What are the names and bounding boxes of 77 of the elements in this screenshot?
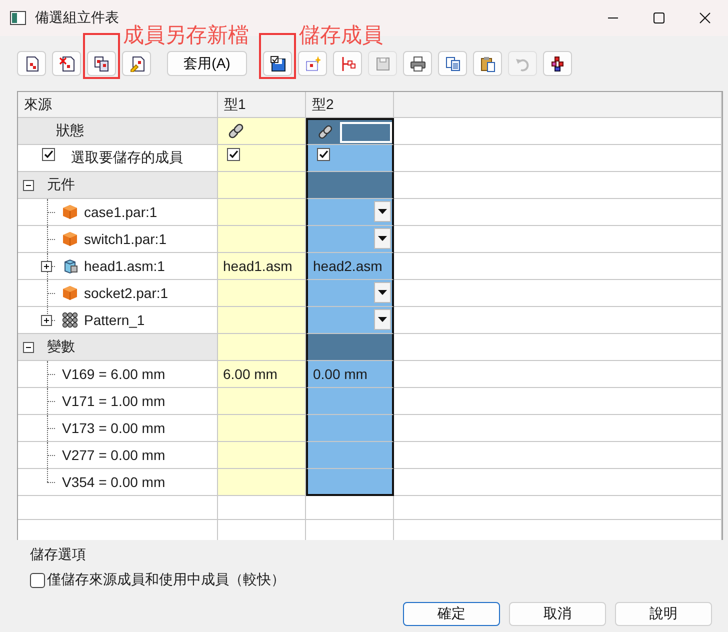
row-label: 選取要儲存的成員 — [71, 149, 183, 167]
tree-item[interactable]: V171 = 1.00 mm — [62, 393, 166, 409]
option-label: 僅儲存來源成員和使用中成員（較快） — [47, 571, 285, 589]
toolbar-button[interactable] — [52, 51, 81, 76]
caret-icon — [378, 236, 387, 241]
copy-icon — [444, 56, 460, 72]
dialog-button[interactable]: 確定 — [403, 602, 500, 626]
paste-icon — [480, 56, 496, 72]
delete-document-icon — [58, 56, 74, 72]
checkbox[interactable] — [227, 148, 240, 160]
close-icon — [699, 12, 711, 24]
copy-document-icon — [94, 56, 110, 72]
cube-icon — [62, 204, 78, 220]
window-title: 備選組立件表 — [35, 9, 119, 27]
toolbar-button[interactable] — [87, 51, 116, 76]
toolbar-button[interactable] — [543, 51, 572, 76]
toolbar-button[interactable] — [438, 51, 467, 76]
apply-button[interactable]: 套用(A) — [167, 51, 247, 76]
tree-item[interactable]: socket2.par:1 — [84, 285, 168, 301]
pattern-icon — [62, 312, 78, 328]
toolbar-button[interactable] — [263, 51, 292, 76]
caret-icon — [378, 290, 387, 295]
table-cell: head2.asm — [306, 253, 394, 280]
dropdown-button[interactable] — [374, 201, 391, 222]
column-header[interactable]: 來源 — [18, 92, 218, 118]
group-label: 元件 — [47, 176, 75, 194]
expand-icon[interactable] — [41, 315, 52, 326]
dialog-button[interactable]: 取消 — [509, 602, 606, 626]
caret-icon — [378, 209, 387, 214]
toolbar-button[interactable] — [473, 51, 502, 76]
column-header[interactable]: 型2 — [306, 92, 394, 118]
edit-document-icon — [128, 56, 144, 72]
checkbox[interactable] — [30, 572, 45, 588]
save-icon — [270, 56, 286, 72]
annotation-label: 成員另存新檔 — [123, 23, 249, 49]
dropdown-button[interactable] — [374, 309, 391, 330]
document-icon — [24, 56, 40, 72]
tree-item[interactable]: V354 = 0.00 mm — [62, 474, 166, 490]
tree-item[interactable]: V169 = 6.00 mm — [62, 366, 166, 382]
table-cell: 0.00 mm — [306, 361, 394, 388]
checkbox[interactable] — [42, 148, 55, 160]
save-icon — [374, 56, 390, 72]
caret-icon — [378, 317, 387, 322]
tree-item[interactable]: head1.asm:1 — [84, 258, 165, 274]
app-icon — [10, 11, 26, 25]
assembly-icon — [62, 258, 78, 274]
grid-sparkle-icon — [304, 56, 320, 72]
tree-item[interactable]: Pattern_1 — [84, 312, 145, 328]
toolbar-button[interactable] — [17, 51, 46, 76]
group-label: 變數 — [47, 338, 75, 356]
dropdown-button[interactable] — [374, 228, 391, 249]
collapse-icon[interactable] — [23, 180, 34, 190]
cube-icon — [62, 285, 78, 301]
tree-icon — [340, 56, 356, 72]
maximize-icon — [653, 12, 665, 24]
toolbar-button[interactable] — [403, 51, 432, 76]
tree-item[interactable]: case1.par:1 — [84, 204, 158, 220]
tree-item[interactable]: switch1.par:1 — [84, 231, 166, 247]
table-cell: head1.asm — [218, 253, 306, 280]
cube-icon — [62, 231, 78, 247]
tree-item[interactable]: V277 = 0.00 mm — [62, 447, 166, 463]
status-field[interactable] — [340, 122, 392, 142]
column-header[interactable]: 型1 — [218, 92, 306, 118]
dropdown-button[interactable] — [374, 282, 391, 303]
toolbar-button[interactable] — [122, 51, 151, 76]
assembly-icon — [550, 56, 566, 72]
collapse-icon[interactable] — [23, 342, 34, 352]
tree-item[interactable]: V173 = 0.00 mm — [62, 420, 166, 436]
row-label: 狀態 — [56, 122, 84, 140]
toolbar-button[interactable] — [298, 51, 327, 76]
section-title: 儲存選項 — [30, 546, 87, 564]
dialog-button[interactable]: 說明 — [615, 602, 712, 626]
annotation-label: 儲存成員 — [299, 23, 383, 49]
expand-icon[interactable] — [41, 261, 52, 272]
printer-icon — [410, 56, 426, 72]
table-cell: 6.00 mm — [218, 361, 306, 388]
checkbox[interactable] — [317, 148, 330, 160]
